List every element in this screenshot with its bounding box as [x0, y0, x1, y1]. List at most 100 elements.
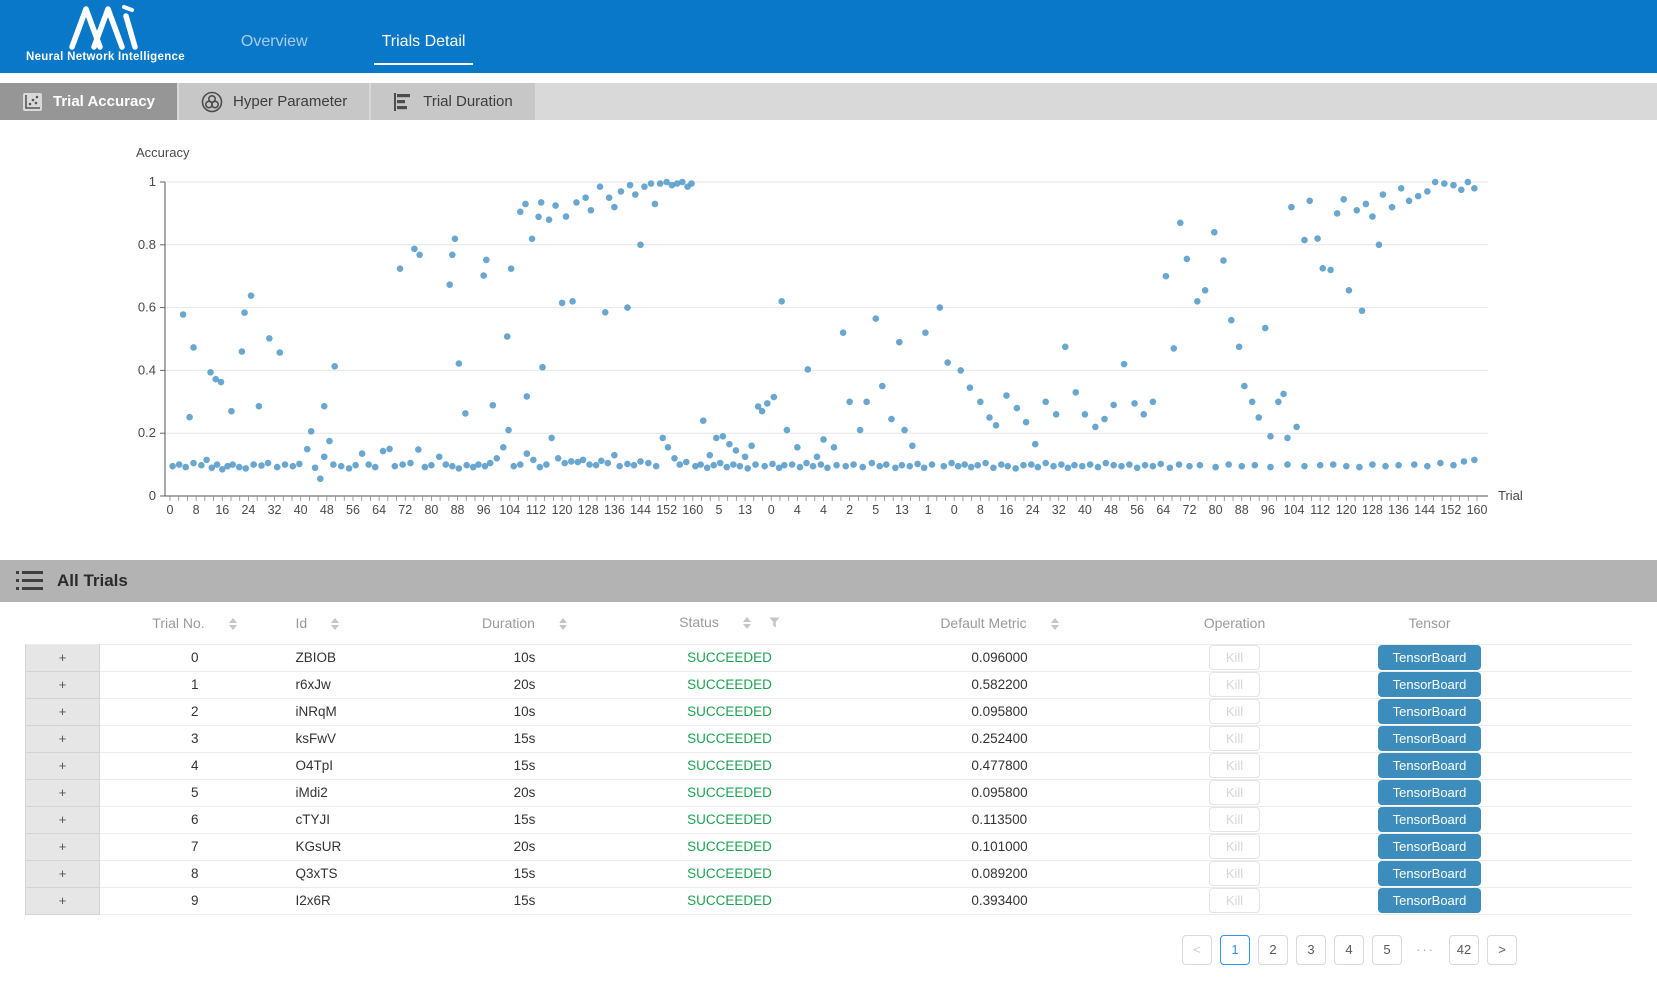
svg-text:112: 112: [1310, 503, 1330, 517]
svg-text:104: 104: [1284, 503, 1305, 517]
svg-text:72: 72: [398, 503, 412, 517]
tab-trial-accuracy-label: Trial Accuracy: [53, 93, 155, 110]
cell-status: SUCCEEDED: [600, 752, 860, 779]
table-row: + 7 KGsUR 20s SUCCEEDED 0.101000 Kill Te…: [26, 833, 1633, 860]
cell-tensor: TensorBoard: [1330, 725, 1530, 752]
svg-text:128: 128: [1362, 503, 1383, 517]
expand-row-button[interactable]: +: [26, 698, 100, 725]
sort-icon[interactable]: [559, 618, 567, 630]
cell-operation: Kill: [1140, 698, 1330, 725]
expand-row-button[interactable]: +: [26, 644, 100, 671]
tensorboard-button[interactable]: TensorBoard: [1378, 888, 1482, 913]
cell-status: SUCCEEDED: [600, 671, 860, 698]
tab-trial-duration-label: Trial Duration: [423, 93, 512, 110]
sort-icon[interactable]: [1051, 618, 1059, 630]
pagination-page-5[interactable]: 5: [1372, 935, 1402, 965]
svg-text:160: 160: [682, 503, 703, 517]
header-status-label: Status: [679, 614, 719, 630]
svg-text:1: 1: [149, 174, 156, 189]
svg-text:40: 40: [294, 503, 308, 517]
sort-icon[interactable]: [743, 617, 751, 629]
cell-tensor: TensorBoard: [1330, 806, 1530, 833]
tensorboard-button[interactable]: TensorBoard: [1378, 672, 1482, 697]
svg-text:120: 120: [552, 503, 573, 517]
expand-row-button[interactable]: +: [26, 671, 100, 698]
pagination-page-4[interactable]: 4: [1334, 935, 1364, 965]
svg-text:0.8: 0.8: [138, 237, 156, 252]
kill-button[interactable]: Kill: [1209, 780, 1260, 805]
svg-text:0.4: 0.4: [138, 362, 156, 377]
kill-button[interactable]: Kill: [1209, 861, 1260, 886]
pagination-page-2[interactable]: 2: [1258, 935, 1288, 965]
svg-text:128: 128: [578, 503, 599, 517]
tensorboard-button[interactable]: TensorBoard: [1378, 699, 1482, 724]
cell-status: SUCCEEDED: [600, 806, 860, 833]
expand-row-button[interactable]: +: [26, 860, 100, 887]
kill-button[interactable]: Kill: [1209, 699, 1260, 724]
tensorboard-button[interactable]: TensorBoard: [1378, 807, 1482, 832]
svg-text:2: 2: [846, 503, 853, 517]
sort-icon[interactable]: [229, 618, 237, 630]
svg-text:136: 136: [1388, 503, 1409, 517]
pagination-page-42[interactable]: 42: [1449, 935, 1479, 965]
table-row: + 6 cTYJI 15s SUCCEEDED 0.113500 Kill Te…: [26, 806, 1633, 833]
cell-id: KGsUR: [290, 833, 450, 860]
trials-table: Trial No. Id Duration Status Default Met…: [25, 602, 1632, 915]
table-row: + 5 iMdi2 20s SUCCEEDED 0.095800 Kill Te…: [26, 779, 1633, 806]
cell-trial-no: 5: [100, 779, 290, 806]
kill-button[interactable]: Kill: [1209, 834, 1260, 859]
sort-icon[interactable]: [331, 618, 339, 630]
filter-icon[interactable]: [769, 615, 780, 631]
tensorboard-button[interactable]: TensorBoard: [1378, 753, 1482, 778]
kill-button[interactable]: Kill: [1209, 753, 1260, 778]
table-row: + 8 Q3xTS 15s SUCCEEDED 0.089200 Kill Te…: [26, 860, 1633, 887]
cell-default-metric: 0.095800: [860, 779, 1140, 806]
kill-button[interactable]: Kill: [1209, 672, 1260, 697]
tab-hyper-parameter-label: Hyper Parameter: [233, 93, 347, 110]
tab-trial-duration[interactable]: Trial Duration: [371, 83, 534, 120]
tensorboard-button[interactable]: TensorBoard: [1378, 780, 1482, 805]
tensorboard-button[interactable]: TensorBoard: [1378, 726, 1482, 751]
expand-row-button[interactable]: +: [26, 752, 100, 779]
cell-id: iMdi2: [290, 779, 450, 806]
expand-row-button[interactable]: +: [26, 806, 100, 833]
tab-hyper-parameter[interactable]: Hyper Parameter: [179, 83, 369, 120]
cell-status: SUCCEEDED: [600, 833, 860, 860]
pagination-next-button[interactable]: >: [1487, 935, 1517, 965]
tensorboard-button[interactable]: TensorBoard: [1378, 861, 1482, 886]
svg-text:48: 48: [320, 503, 334, 517]
tensorboard-button[interactable]: TensorBoard: [1378, 645, 1482, 670]
svg-text:56: 56: [1130, 503, 1144, 517]
tab-trial-accuracy[interactable]: Trial Accuracy: [0, 83, 177, 120]
svg-text:48: 48: [1104, 503, 1118, 517]
kill-button[interactable]: Kill: [1209, 807, 1260, 832]
cell-default-metric: 0.096000: [860, 644, 1140, 671]
kill-button[interactable]: Kill: [1209, 726, 1260, 751]
svg-text:136: 136: [604, 503, 625, 517]
svg-text:16: 16: [1000, 503, 1014, 517]
pagination-page-1[interactable]: 1: [1220, 935, 1250, 965]
cell-trial-no: 1: [100, 671, 290, 698]
expand-row-button[interactable]: +: [26, 887, 100, 914]
pagination-prev-button[interactable]: <: [1182, 935, 1212, 965]
kill-button[interactable]: Kill: [1209, 645, 1260, 670]
cell-default-metric: 0.582200: [860, 671, 1140, 698]
nni-logo[interactable]: Neural Network Intelligence: [26, 0, 185, 73]
hyper-parameter-icon: [201, 91, 223, 113]
tab-overview[interactable]: Overview: [233, 33, 316, 73]
svg-text:160: 160: [1467, 503, 1488, 517]
table-row: + 4 O4TpI 15s SUCCEEDED 0.477800 Kill Te…: [26, 752, 1633, 779]
duration-bars-icon: [393, 92, 413, 112]
cell-tensor: TensorBoard: [1330, 644, 1530, 671]
kill-button[interactable]: Kill: [1209, 888, 1260, 913]
expand-row-button[interactable]: +: [26, 725, 100, 752]
expand-row-button[interactable]: +: [26, 779, 100, 806]
svg-text:152: 152: [1440, 503, 1461, 517]
tensorboard-button[interactable]: TensorBoard: [1378, 834, 1482, 859]
expand-row-button[interactable]: +: [26, 833, 100, 860]
cell-trial-no: 8: [100, 860, 290, 887]
pagination-page-3[interactable]: 3: [1296, 935, 1326, 965]
tab-trials-detail[interactable]: Trials Detail: [374, 33, 474, 65]
all-trials-header: All Trials: [0, 560, 1657, 602]
cell-default-metric: 0.089200: [860, 860, 1140, 887]
